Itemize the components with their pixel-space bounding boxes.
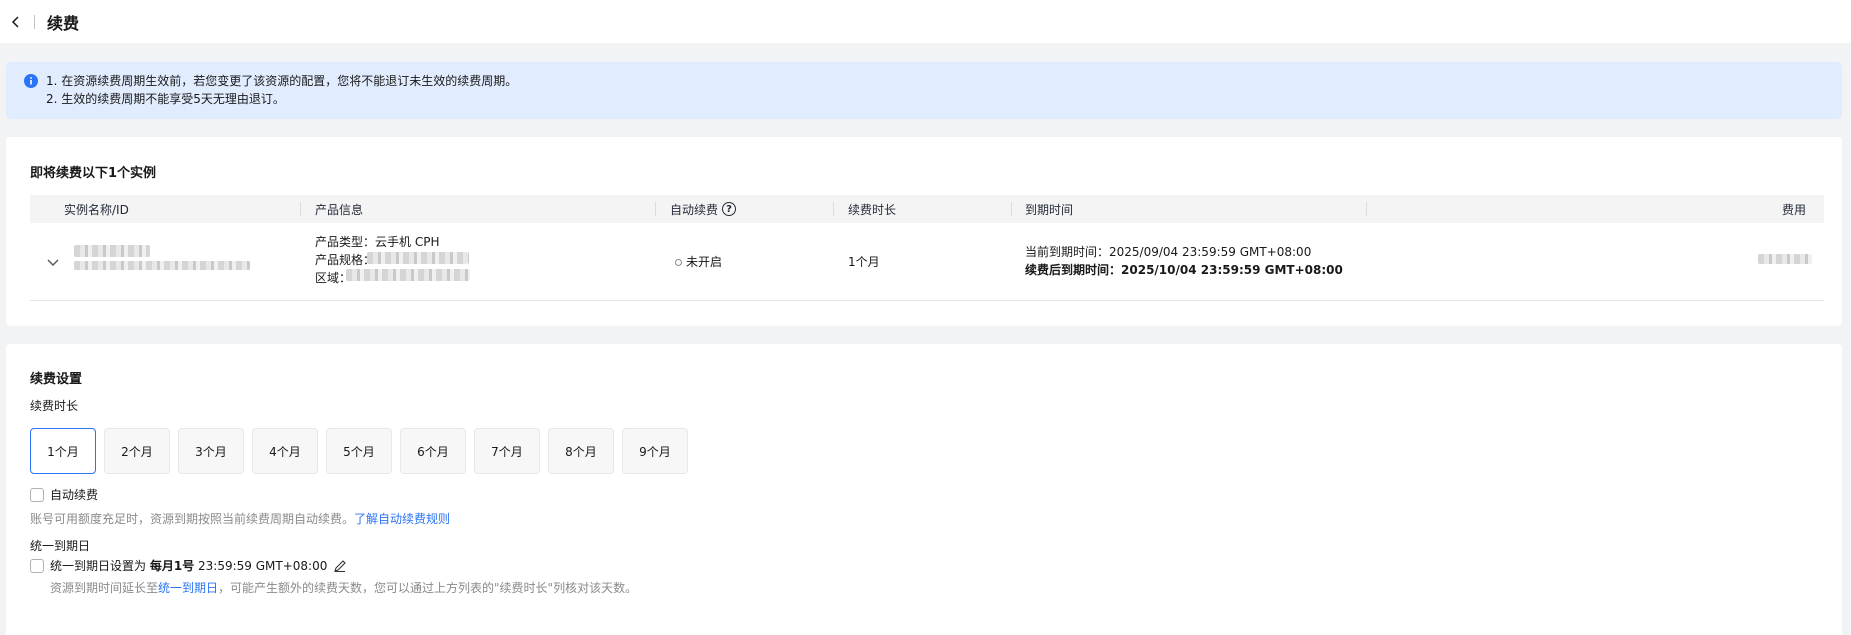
table-header: 实例名称/ID 产品信息 自动续费 ? 续费时长 到期时间 费用 (30, 195, 1824, 223)
current-expiry-line: 当前到期时间：2025/09/04 23:59:59 GMT+08:00 (1025, 245, 1312, 259)
product-type-line: 产品类型：云手机 CPH (315, 235, 440, 249)
duration-option-8[interactable]: 8个月 (548, 428, 614, 474)
auto-renew-label: 自动续费 (50, 488, 99, 502)
duration-option-2[interactable]: 2个月 (104, 428, 170, 474)
auto-renew-checkbox[interactable] (30, 487, 44, 502)
chevron-left-icon (11, 15, 19, 28)
unify-time: 23:59:59 GMT+08:00 (198, 559, 328, 573)
col-divider (655, 202, 656, 216)
unify-row: 统一到期日设置为 每月1号 23:59:59 GMT+08:00 (30, 557, 347, 574)
fee-redacted (1758, 254, 1812, 264)
instances-card: 即将续费以下1个实例 实例名称/ID 产品信息 自动续费 ? 续费时长 到期时间… (6, 137, 1842, 326)
renewal-settings-card: 续费设置 续费时长 1个月 2个月 3个月 4个月 5个月 6个月 7个月 8个… (6, 344, 1842, 635)
expiry-cell: 当前到期时间：2025/09/04 23:59:59 GMT+08:00 续费后… (1025, 243, 1343, 279)
duration-option-9[interactable]: 9个月 (622, 428, 688, 474)
auto-renew-status: 未开启 (675, 253, 722, 271)
col-divider (300, 202, 301, 216)
notice-line-1: 1. 在资源续费周期生效前，若您变更了该资源的配置，您将不能退订未生效的续费周期… (46, 74, 518, 88)
auto-renew-hint: 账号可用额度充足时，资源到期按照当前续费周期自动续费。了解自动续费规则 (30, 512, 451, 526)
unify-day: 每月1号 (149, 559, 195, 573)
instances-title: 即将续费以下1个实例 (30, 166, 157, 181)
col-divider (833, 202, 834, 216)
back-button[interactable] (8, 14, 24, 30)
auto-renew-rules-link[interactable]: 了解自动续费规则 (354, 512, 450, 526)
col-divider (1011, 202, 1012, 216)
page-title: 续费 (47, 13, 80, 33)
notice-line-2: 2. 生效的续费周期不能享受5天无理由退订。 (46, 92, 285, 106)
unify-label: 统一到期日 (30, 539, 91, 553)
renewal-notice: 1. 在资源续费周期生效前，若您变更了该资源的配置，您将不能退订未生效的续费周期… (6, 62, 1842, 119)
duration-option-6[interactable]: 6个月 (400, 428, 466, 474)
duration-option-1[interactable]: 1个月 (30, 428, 96, 474)
product-spec-redacted (367, 252, 469, 264)
new-expiry-value: 2025/10/04 23:59:59 GMT+08:00 (1121, 263, 1343, 277)
unify-hint: 资源到期时间延长至统一到期日，可能产生额外的续费天数，您可以通过上方列表的"续费… (50, 581, 638, 595)
settings-title: 续费设置 (30, 372, 83, 387)
region-redacted (346, 269, 470, 281)
expand-row-button[interactable] (46, 255, 60, 269)
duration-label: 续费时长 (30, 399, 79, 413)
col-instance-name: 实例名称/ID (64, 202, 129, 217)
unify-text: 统一到期日设置为 每月1号 23:59:59 GMT+08:00 (50, 559, 328, 573)
duration-option-5[interactable]: 5个月 (326, 428, 392, 474)
unify-checkbox[interactable] (30, 558, 44, 573)
header-divider (34, 14, 35, 29)
chevron-down-icon (47, 259, 59, 266)
col-duration: 续费时长 (848, 202, 897, 217)
unify-date-link[interactable]: 统一到期日 (158, 581, 218, 595)
col-divider (1366, 202, 1367, 216)
col-product-info: 产品信息 (315, 202, 364, 217)
duration-option-7[interactable]: 7个月 (474, 428, 540, 474)
info-icon (24, 74, 38, 88)
col-fee: 费用 (1781, 202, 1806, 217)
product-type-value: 云手机 CPH (375, 235, 440, 249)
auto-renew-row: 自动续费 (30, 486, 98, 503)
col-expiry: 到期时间 (1025, 202, 1074, 217)
status-dot-icon (675, 259, 682, 266)
page-header: 续费 (0, 0, 1851, 43)
col-auto-renew: 自动续费 ? (670, 195, 737, 223)
col-auto-renew-label: 自动续费 (670, 202, 719, 217)
duration-value: 1个月 (848, 255, 880, 269)
current-expiry-value: 2025/09/04 23:59:59 GMT+08:00 (1109, 245, 1312, 259)
edit-icon[interactable] (333, 559, 347, 573)
help-icon[interactable]: ? (722, 202, 737, 216)
new-expiry-line: 续费后到期时间：2025/10/04 23:59:59 GMT+08:00 (1025, 263, 1343, 277)
table-row: 产品类型：云手机 CPH 产品规格： 区域： 未开启 1个月 当前到期时间：20… (30, 223, 1824, 301)
duration-option-4[interactable]: 4个月 (252, 428, 318, 474)
instance-name-redacted (74, 245, 150, 257)
instance-id-redacted (74, 261, 250, 270)
duration-option-3[interactable]: 3个月 (178, 428, 244, 474)
duration-options: 1个月 2个月 3个月 4个月 5个月 6个月 7个月 8个月 9个月 (30, 428, 688, 474)
